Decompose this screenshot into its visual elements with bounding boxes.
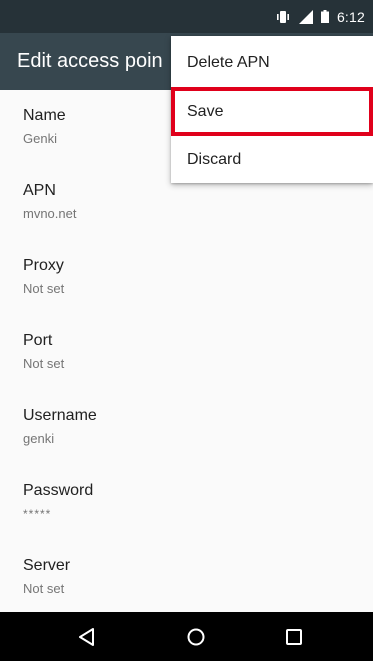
back-button[interactable]: [57, 612, 117, 661]
pref-title: Proxy: [23, 257, 64, 274]
pref-title: Password: [23, 482, 94, 499]
home-icon: [187, 628, 205, 645]
pref-item-proxy[interactable]: Proxy Not set: [0, 240, 373, 315]
pref-summary: *****: [23, 507, 52, 521]
navigation-bar: [0, 612, 373, 661]
menu-item-discard[interactable]: Discard: [171, 135, 373, 184]
pref-title: Server: [23, 557, 71, 574]
overflow-menu: Delete APN Save Discard: [171, 36, 373, 183]
menu-item-save[interactable]: Save: [171, 87, 373, 136]
clock: 6:12: [336, 8, 365, 25]
pref-title: Name: [23, 107, 66, 124]
pref-summary: Not set: [23, 581, 65, 596]
pref-title: Port: [23, 332, 53, 349]
signal-icon: [298, 9, 313, 24]
menu-item-label: Delete APN: [187, 54, 270, 71]
page-title: Edit access poin: [17, 50, 163, 72]
recents-button[interactable]: [264, 612, 324, 661]
pref-summary: genki: [23, 431, 55, 446]
pref-item-password[interactable]: Password *****: [0, 465, 373, 540]
pref-title: Username: [23, 407, 97, 424]
pref-summary: Not set: [23, 281, 65, 296]
status-icons: 6:12: [275, 0, 365, 33]
menu-item-label: Save: [187, 103, 224, 120]
status-bar: 6:12: [0, 0, 373, 33]
menu-item-label: Discard: [187, 151, 242, 168]
pref-title: APN: [23, 182, 56, 199]
pref-item-username[interactable]: Username genki: [0, 390, 373, 465]
pref-item-server[interactable]: Server Not set: [0, 540, 373, 615]
back-icon: [79, 627, 94, 646]
menu-item-delete-apn[interactable]: Delete APN: [171, 38, 373, 87]
pref-summary: Not set: [23, 356, 65, 371]
recents-icon: [286, 628, 302, 645]
home-button[interactable]: [166, 612, 226, 661]
battery-icon: [320, 10, 329, 23]
pref-summary: Genki: [23, 131, 57, 146]
vibrate-icon: [276, 10, 289, 23]
pref-summary: mvno.net: [23, 206, 77, 221]
pref-item-port[interactable]: Port Not set: [0, 315, 373, 390]
screen: 6:12 Edit access poin Name Genki APN mvn…: [0, 0, 373, 661]
